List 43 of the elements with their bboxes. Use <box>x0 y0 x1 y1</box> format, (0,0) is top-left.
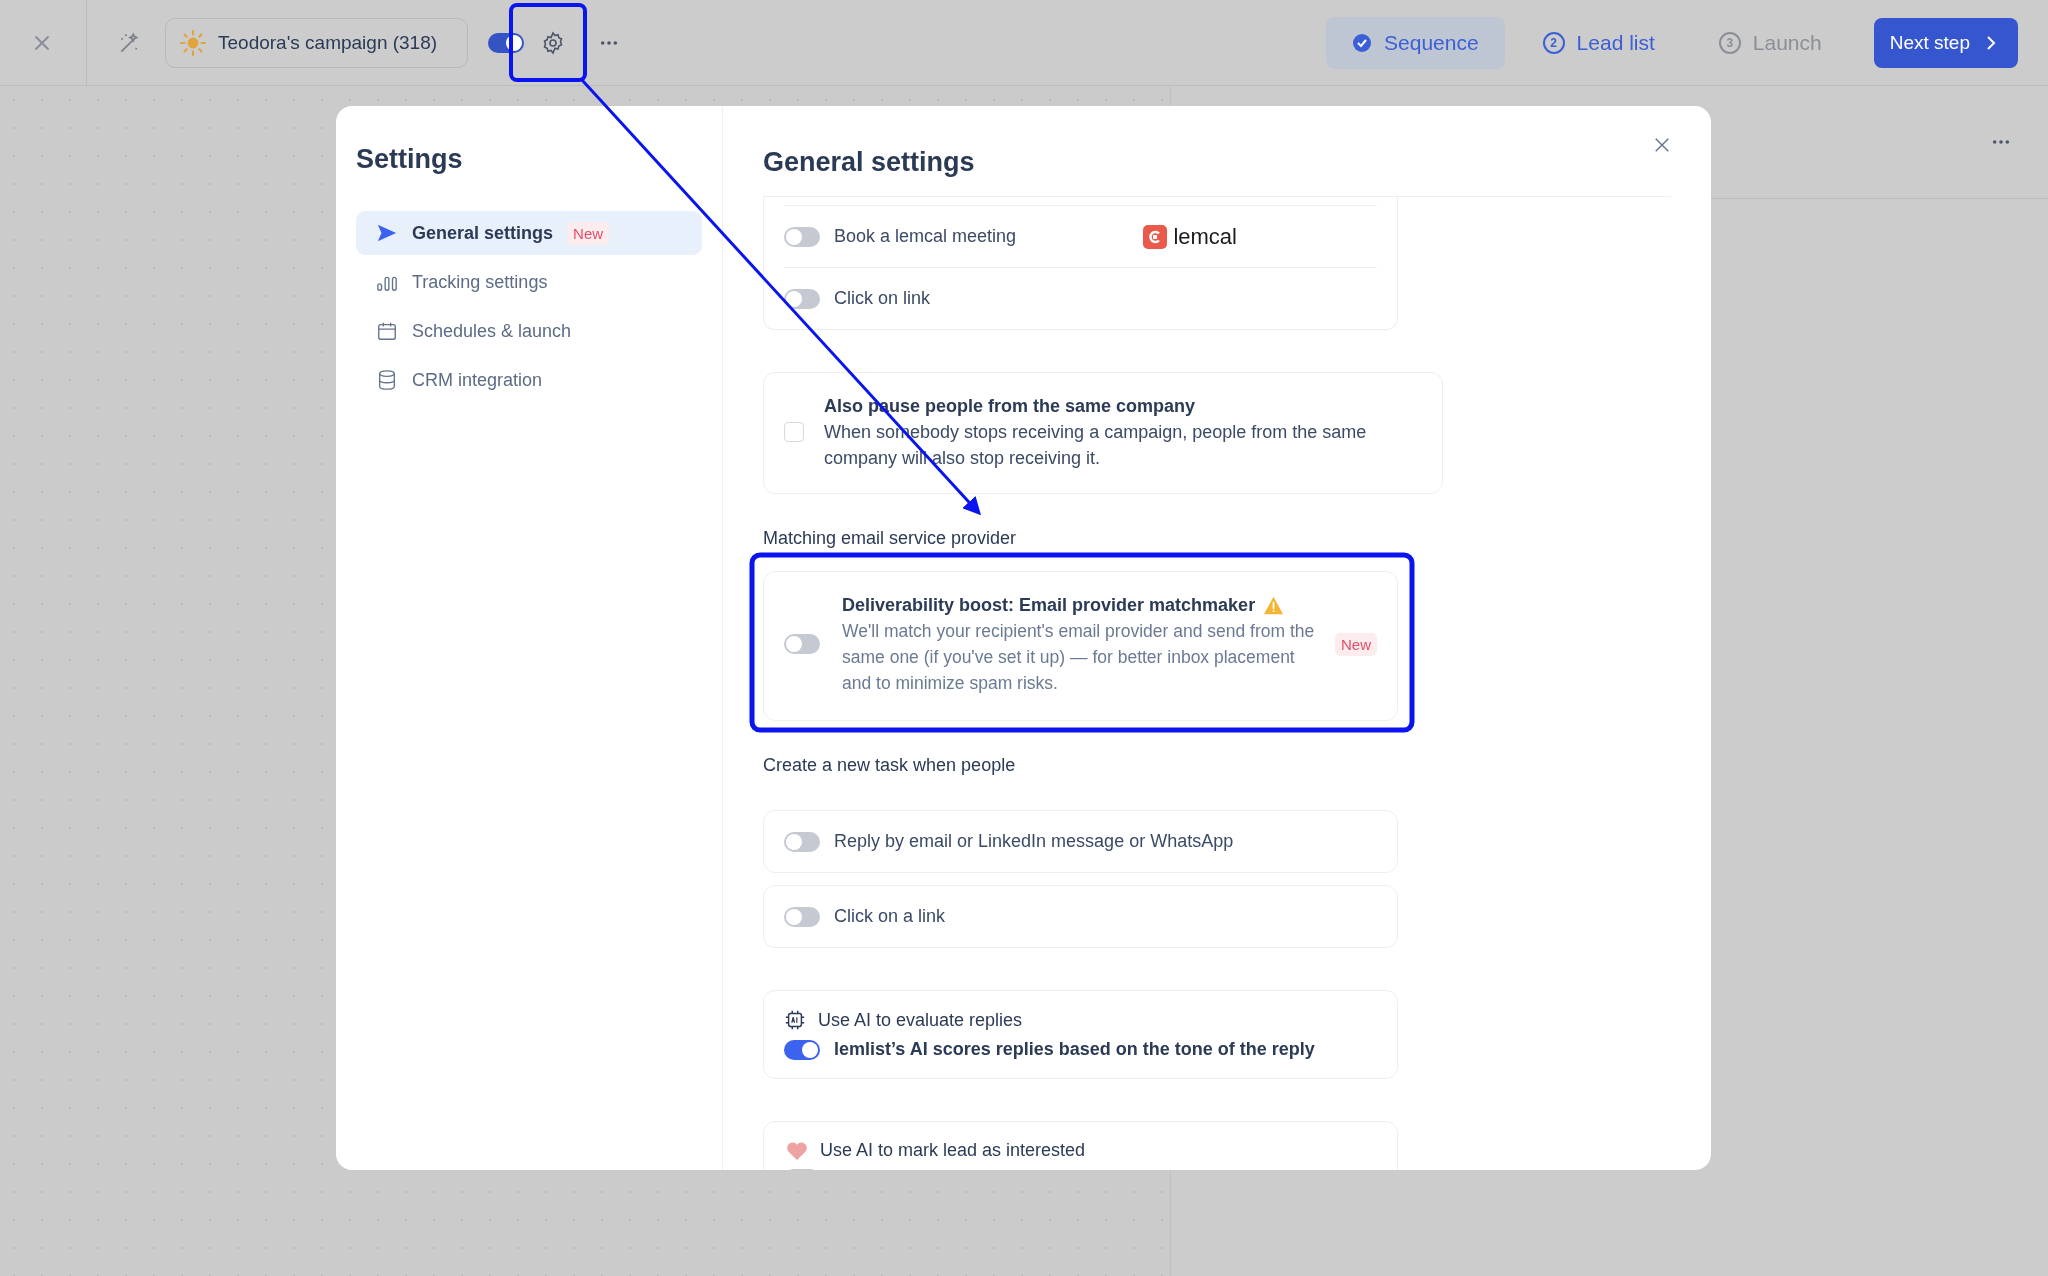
checkbox[interactable] <box>784 422 804 442</box>
heart-icon <box>786 1140 808 1161</box>
toggle-switch[interactable] <box>784 226 820 247</box>
option-label: lemlist’s AI scores replies based on the tone of the reply <box>834 1039 1315 1060</box>
toggle-switch[interactable] <box>784 906 820 927</box>
option-label: Book a lemcal meeting <box>834 226 1017 247</box>
page-title: General settings <box>763 147 975 178</box>
more-icon[interactable] <box>600 39 619 46</box>
database-icon <box>376 369 398 391</box>
nav-item[interactable]: Schedules & launch <box>356 309 702 353</box>
option-description: We'll match your recipient's email provider and send from the same one (if you've set it up) — for better inbox placement and to minimize spam risks. <box>842 620 1316 695</box>
option-title: Use AI to evaluate replies <box>818 1009 1023 1031</box>
option-label: Reply by email or LinkedIn message or WhatsApp <box>834 831 1234 852</box>
nav-item[interactable]: CRM integration <box>356 358 702 402</box>
chevron-right-icon <box>1986 34 1996 51</box>
campaign-selector[interactable]: Teodora's campaign (318) <box>165 17 469 68</box>
toggle-switch[interactable] <box>784 634 820 654</box>
section-heading: Create a new task when people <box>763 755 1016 776</box>
new-badge: New <box>1335 632 1377 656</box>
step-tab[interactable]: Sequence <box>1326 16 1505 69</box>
section-heading: Matching email service provider <box>763 528 1017 549</box>
logo-text: lemcal <box>1173 223 1237 250</box>
nav-item[interactable]: Tracking settings <box>356 260 702 304</box>
sun-icon <box>180 29 206 56</box>
option-label: Click on link <box>834 288 931 309</box>
close-icon[interactable] <box>1653 136 1671 154</box>
toggle-switch[interactable] <box>784 1039 820 1060</box>
option-title: Use AI to mark lead as interested <box>820 1140 1086 1161</box>
option-label: Click on a link <box>834 906 946 927</box>
calendar-logo-icon <box>1143 224 1168 249</box>
ai-chip-icon <box>784 1009 806 1031</box>
send-icon <box>376 222 398 244</box>
nav-item[interactable]: General settings New <box>356 211 702 255</box>
dialog-title: Settings <box>356 144 464 175</box>
more-icon[interactable] <box>1992 139 2010 145</box>
check-circle-icon <box>1352 32 1372 53</box>
option-title: Deliverability boost: Email provider matchmaker <box>842 594 1256 617</box>
step-tab[interactable]: 2 Lead list <box>1516 16 1681 69</box>
toggle-switch[interactable] <box>784 831 820 852</box>
toggle-switch[interactable] <box>784 288 820 309</box>
new-badge: New <box>567 221 610 245</box>
calendar-icon <box>376 320 398 342</box>
next-step-button[interactable]: Next step <box>1873 17 2018 68</box>
